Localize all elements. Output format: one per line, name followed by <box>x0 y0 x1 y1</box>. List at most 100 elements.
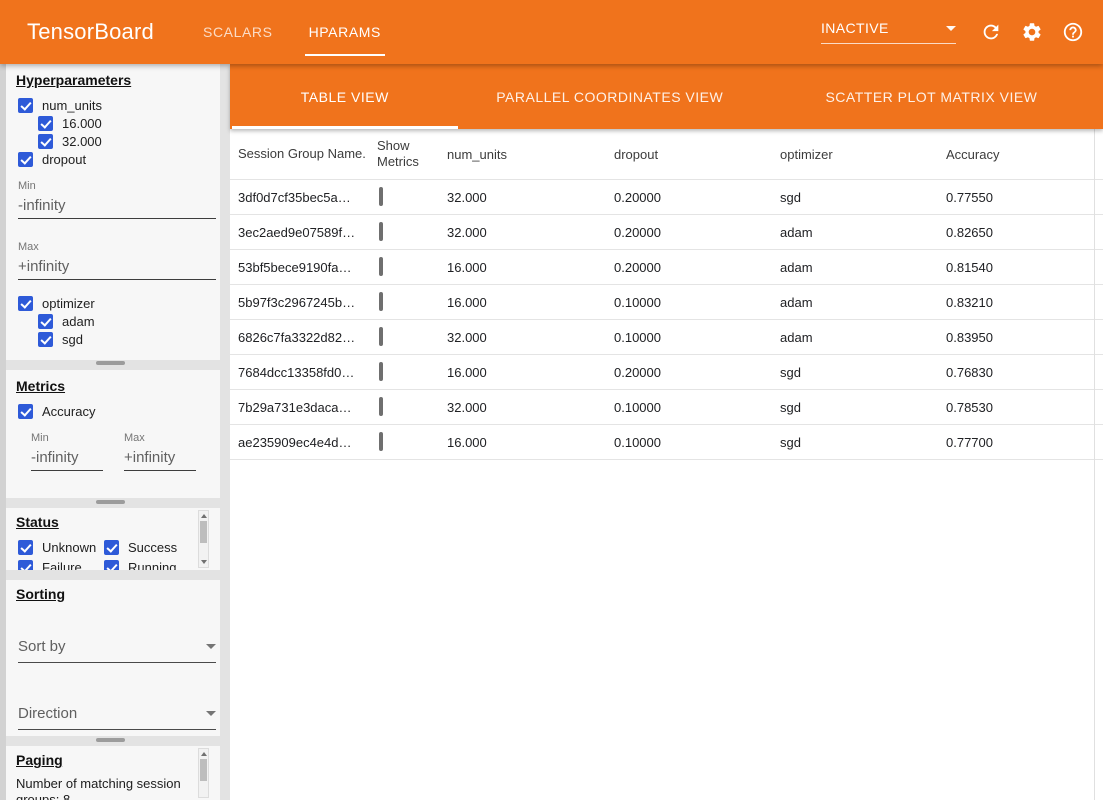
table-row[interactable]: ae235909ec4e4d… 16.000 0.10000 sgd 0.777… <box>230 425 1103 460</box>
dropout-min-input[interactable]: -infinity <box>18 197 216 219</box>
show-metrics-checkbox[interactable] <box>379 327 383 346</box>
status-running-row[interactable]: Running <box>104 558 198 570</box>
section-resize-handle[interactable] <box>96 361 125 365</box>
table-row[interactable]: 7684dcc13358fd0… 16.000 0.20000 sgd 0.76… <box>230 355 1103 390</box>
hp-optimizer-sgd-label: sgd <box>62 332 83 347</box>
section-resize-handle[interactable] <box>96 500 125 504</box>
column-header-session-group-name[interactable]: Session Group Name. <box>230 146 377 162</box>
section-resize-handle[interactable] <box>96 738 125 742</box>
show-metrics-checkbox[interactable] <box>379 187 383 206</box>
show-metrics-checkbox[interactable] <box>379 292 383 311</box>
show-metrics-checkbox[interactable] <box>379 222 383 241</box>
column-header-show-metrics[interactable]: Show Metrics <box>377 138 447 171</box>
metric-min-field[interactable]: Min -infinity <box>31 432 103 471</box>
toolbar: TensorBoard SCALARS HPARAMS INACTIVE <box>0 0 1103 64</box>
tab-scalars[interactable]: SCALARS <box>185 0 291 64</box>
hp-num-units-checkbox[interactable] <box>18 98 33 113</box>
scroll-down-icon[interactable] <box>199 557 208 567</box>
paging-summary: Number of matching session groups: 8 <box>16 776 192 800</box>
tab-hparams[interactable]: HPARAMS <box>291 0 399 64</box>
tab-parallel-coordinates-view[interactable]: PARALLEL COORDINATES VIEW <box>460 64 760 129</box>
table-row[interactable]: 7b29a731e3daca… 32.000 0.10000 sgd 0.785… <box>230 390 1103 425</box>
table-row[interactable]: 6826c7fa3322d82… 32.000 0.10000 adam 0.8… <box>230 320 1103 355</box>
table-row[interactable]: 3ec2aed9e07589f… 32.000 0.20000 adam 0.8… <box>230 215 1103 250</box>
main-content: TABLE VIEW PARALLEL COORDINATES VIEW SCA… <box>230 64 1103 800</box>
scrollbar-thumb[interactable] <box>200 521 207 543</box>
dropout-max-field[interactable]: Max +infinity <box>18 241 214 280</box>
optimizer-cell: adam <box>780 260 946 275</box>
hp-num-units-16-checkbox[interactable] <box>38 116 53 131</box>
show-metrics-checkbox[interactable] <box>379 432 383 451</box>
hp-optimizer-adam-row[interactable]: adam <box>38 312 214 330</box>
column-header-num-units[interactable]: num_units <box>447 147 614 162</box>
refresh-icon[interactable] <box>979 20 1003 44</box>
status-success-row[interactable]: Success <box>104 538 198 556</box>
show-metrics-cell <box>377 259 447 275</box>
hp-dropout-row[interactable]: dropout <box>18 150 214 168</box>
column-header-optimizer[interactable]: optimizer <box>780 147 946 162</box>
paging-scrollbar[interactable] <box>198 748 209 798</box>
metric-accuracy-label: Accuracy <box>42 404 95 419</box>
dropout-max-input[interactable]: +infinity <box>18 258 216 280</box>
show-metrics-checkbox[interactable] <box>379 362 383 381</box>
session-group-name-cell: 3df0d7cf35bec5a… <box>230 190 377 205</box>
metric-accuracy-checkbox[interactable] <box>18 404 33 419</box>
hp-num-units-32-checkbox[interactable] <box>38 134 53 149</box>
status-failure-row[interactable]: Failure <box>18 558 98 570</box>
sidebar: Hyperparameters num_units 16.000 32.000 … <box>0 64 230 800</box>
status-scrollbar[interactable] <box>198 510 209 568</box>
hp-num-units-32-row[interactable]: 32.000 <box>38 132 214 150</box>
hp-optimizer-sgd-row[interactable]: sgd <box>38 330 214 348</box>
toolbar-actions: INACTIVE <box>821 0 1085 64</box>
run-status-select[interactable]: INACTIVE <box>821 20 956 44</box>
hp-optimizer-row[interactable]: optimizer <box>18 294 214 312</box>
column-header-dropout[interactable]: dropout <box>614 147 780 162</box>
scroll-up-icon[interactable] <box>199 749 208 759</box>
hp-optimizer-adam-checkbox[interactable] <box>38 314 53 329</box>
dropout-min-field[interactable]: Min -infinity <box>18 180 214 219</box>
metrics-heading: Metrics <box>16 378 214 394</box>
settings-icon[interactable] <box>1020 20 1044 44</box>
tab-table-view[interactable]: TABLE VIEW <box>230 64 460 129</box>
hp-dropout-checkbox[interactable] <box>18 152 33 167</box>
status-success-checkbox[interactable] <box>104 540 119 555</box>
dropout-cell: 0.20000 <box>614 365 780 380</box>
metric-max-input[interactable]: +infinity <box>124 449 196 471</box>
dropout-cell: 0.10000 <box>614 295 780 310</box>
table-row[interactable]: 3df0d7cf35bec5a… 32.000 0.20000 sgd 0.77… <box>230 180 1103 215</box>
tab-scatter-plot-matrix-view[interactable]: SCATTER PLOT MATRIX VIEW <box>760 64 1103 129</box>
app-title: TensorBoard <box>27 0 154 64</box>
hp-num-units-row[interactable]: num_units <box>18 96 214 114</box>
status-running-checkbox[interactable] <box>104 560 119 571</box>
section-metrics: Metrics Accuracy Min -infinity Max +infi… <box>6 370 220 498</box>
hp-optimizer-adam-label: adam <box>62 314 95 329</box>
status-unknown-row[interactable]: Unknown <box>18 538 98 556</box>
sort-by-select[interactable]: Sort by <box>18 638 216 663</box>
table-row[interactable]: 5b97f3c2967245b… 16.000 0.10000 adam 0.8… <box>230 285 1103 320</box>
metric-accuracy-row[interactable]: Accuracy <box>18 402 214 420</box>
accuracy-cell: 0.77550 <box>946 190 1103 205</box>
direction-select[interactable]: Direction <box>18 705 216 730</box>
optimizer-cell: adam <box>780 295 946 310</box>
status-unknown-checkbox[interactable] <box>18 540 33 555</box>
hp-optimizer-sgd-checkbox[interactable] <box>38 332 53 347</box>
hp-optimizer-checkbox[interactable] <box>18 296 33 311</box>
status-failure-checkbox[interactable] <box>18 560 33 571</box>
accuracy-cell: 0.78530 <box>946 400 1103 415</box>
metric-min-input[interactable]: -infinity <box>31 449 103 471</box>
accuracy-cell: 0.81540 <box>946 260 1103 275</box>
show-metrics-checkbox[interactable] <box>379 257 383 276</box>
metric-max-field[interactable]: Max +infinity <box>124 432 196 471</box>
help-icon[interactable] <box>1061 20 1085 44</box>
column-header-accuracy[interactable]: Accuracy <box>946 147 1103 162</box>
table-row[interactable]: 53bf5bece9190fa… 16.000 0.20000 adam 0.8… <box>230 250 1103 285</box>
tab-parallel-coordinates-view-label: PARALLEL COORDINATES VIEW <box>496 89 723 105</box>
show-metrics-cell <box>377 224 447 240</box>
scrollbar-thumb[interactable] <box>200 759 207 781</box>
hp-num-units-16-row[interactable]: 16.000 <box>38 114 214 132</box>
scroll-up-icon[interactable] <box>199 511 208 521</box>
show-metrics-checkbox[interactable] <box>379 397 383 416</box>
metric-max-label: Max <box>124 432 196 444</box>
num-units-cell: 32.000 <box>447 330 614 345</box>
session-group-name-cell: ae235909ec4e4d… <box>230 435 377 450</box>
